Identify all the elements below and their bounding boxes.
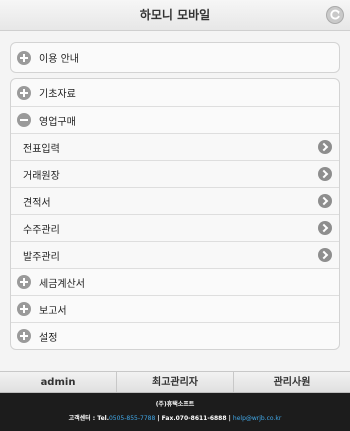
plus-icon [17,329,31,343]
menu-item-settings[interactable]: 설정 [11,322,339,349]
submenu-item-voucher[interactable]: 전표입력 [11,133,339,160]
chevron-right-icon [318,194,332,208]
tab-admin[interactable]: 최고관리자 [117,372,234,392]
minus-icon [17,113,31,127]
plus-icon [17,275,31,289]
app-header: 하모니 모바일 [0,0,350,31]
submenu-item-order-receive[interactable]: 수주관리 [11,214,339,241]
bottom-tab-bar: admin 최고관리자 관리사원 [0,371,350,393]
chevron-right-icon [318,140,332,154]
menu-label-settings: 설정 [39,332,58,344]
submenu-item-order-place[interactable]: 발주관리 [11,241,339,268]
submenu-label: 전표입력 [23,143,60,155]
submenu-item-quote[interactable]: 견적서 [11,187,339,214]
refresh-button[interactable] [326,6,344,24]
footer: (주)휴택소프트 고객센터 : Tel.0505-855-7788 | Fax.… [0,393,350,431]
tab-staff[interactable]: 관리사원 [234,372,350,392]
plus-icon [17,50,31,65]
company-name: (주)휴택소프트 [155,401,195,408]
tab-user[interactable]: admin [0,372,117,392]
submenu-label: 수주관리 [23,224,60,236]
plus-icon [17,302,31,316]
menu-label-sales: 영업구매 [39,116,76,128]
fax-text: | Fax.070-8611-6888 | [155,415,233,422]
menu-item-tax[interactable]: 세금계산서 [11,268,339,295]
menu-item-basic[interactable]: 기초자료 [11,79,339,106]
menu-label-basic: 기초자료 [39,89,76,100]
chevron-right-icon [318,167,332,181]
submenu-label: 거래원장 [23,170,60,182]
menu-item-report[interactable]: 보고서 [11,295,339,322]
chevron-right-icon [318,221,332,235]
email-link[interactable]: help@wrjb.co.kr [233,415,281,422]
contact-label: 고객센터 : Tel. [68,415,109,422]
page-title: 하모니 모바일 [139,8,211,22]
tel-link[interactable]: 0505-855-7788 [109,415,155,422]
menu-label-report: 보고서 [39,305,67,317]
menu-item-guide[interactable]: 이용 안내 [11,43,339,72]
main-menu: 기초자료 영업구매 전표입력 거래원장 견적서 수주관리 발주관리 세금계산서 … [10,78,340,350]
plus-icon [17,85,31,100]
menu-item-sales[interactable]: 영업구매 [11,106,339,133]
submenu-label: 발주관리 [23,251,60,263]
contact-info: 고객센터 : Tel.0505-855-7788 | Fax.070-8611-… [0,413,350,422]
menu-label-guide: 이용 안내 [39,54,79,65]
chevron-right-icon [318,248,332,262]
submenu-item-ledger[interactable]: 거래원장 [11,160,339,187]
menu-label-tax: 세금계산서 [39,278,85,290]
guide-group: 이용 안내 [10,42,340,73]
submenu-label: 견적서 [23,197,51,209]
refresh-icon [330,9,340,20]
